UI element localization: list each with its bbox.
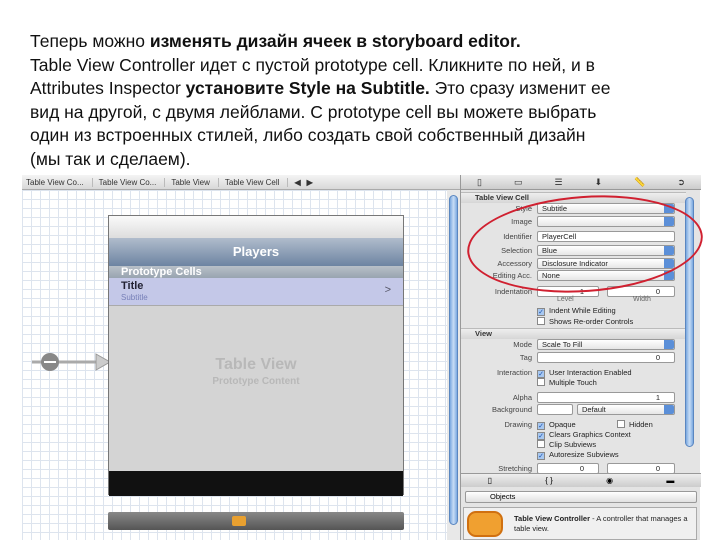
- jump-item[interactable]: Table View: [171, 177, 219, 187]
- cell-title: Title: [121, 280, 144, 292]
- text-line: Attributes Inspector: [30, 78, 186, 99]
- checkbox-label: Multiple Touch: [549, 378, 597, 387]
- file-inspector-icon[interactable]: ▯: [477, 177, 482, 188]
- library-item-table-view-controller[interactable]: Table View Controller - A controller tha…: [463, 507, 697, 540]
- section-header: Prototype Cells: [109, 266, 403, 278]
- text-line: Это сразу изменит ее: [429, 78, 611, 99]
- disclosure-chevron-icon: >: [384, 284, 391, 296]
- mode-label: Mode: [513, 340, 532, 349]
- width-caption: Width: [633, 296, 651, 303]
- shows-reorder-checkbox[interactable]: Shows Re-order Controls: [537, 317, 633, 326]
- code-snippet-icon[interactable]: { }: [545, 476, 553, 485]
- navigation-bar: Players: [109, 238, 403, 266]
- file-template-icon[interactable]: ▯: [488, 476, 492, 485]
- user-interaction-checkbox[interactable]: ✓ User Interaction Enabled: [537, 368, 632, 378]
- section-view[interactable]: View: [461, 328, 686, 339]
- status-bar: [109, 216, 403, 238]
- slide-text: Теперь можно изменять дизайн ячеек в sto…: [30, 30, 710, 172]
- checkbox-label: User Interaction Enabled: [549, 368, 632, 377]
- mode-popup[interactable]: Scale To Fill: [537, 339, 675, 350]
- tag-label: Tag: [519, 353, 532, 362]
- object-library-icon[interactable]: ◉: [606, 476, 613, 485]
- inspector-toolbar: ▯ ▭ ☰ ⬇ 📏 ➲: [461, 175, 701, 190]
- prototype-content-placeholder: Prototype Content: [212, 376, 300, 387]
- hidden-checkbox[interactable]: Hidden: [617, 420, 653, 429]
- clears-graphics-checkbox[interactable]: ✓ Clears Graphics Context: [537, 430, 631, 440]
- canvas-scrollbar[interactable]: [449, 195, 458, 525]
- library-toolbar: ▯ { } ◉ ▬: [461, 473, 701, 487]
- item-title: Table View Controller: [514, 514, 590, 523]
- size-inspector-icon[interactable]: 📏: [634, 177, 645, 188]
- autoresize-subviews-checkbox[interactable]: ✓ Autoresize Subviews: [537, 450, 619, 460]
- tag-stepper[interactable]: 0: [537, 352, 675, 363]
- checkbox-label: Opaque: [549, 420, 576, 429]
- segue-arrow-icon: [32, 353, 110, 371]
- text-line: Теперь можно: [30, 31, 150, 51]
- checkbox-label: Autoresize Subviews: [549, 450, 619, 459]
- checkbox-label: Hidden: [629, 420, 653, 429]
- checkbox-label: Indent While Editing: [549, 306, 616, 315]
- quick-help-icon[interactable]: ▭: [514, 177, 523, 188]
- jump-item[interactable]: Table View Co...: [26, 177, 93, 187]
- scene-dock: [108, 512, 404, 530]
- alpha-label: Alpha: [512, 393, 532, 402]
- storyboard-canvas[interactable]: Players Prototype Cells Title Subtitle >…: [22, 190, 447, 540]
- checkbox-label: Clip Subviews: [549, 440, 597, 449]
- opaque-checkbox[interactable]: ✓ Opaque: [537, 420, 576, 430]
- stretching-label: Stretching: [498, 464, 532, 473]
- background-color-well[interactable]: [537, 404, 573, 415]
- background-label: Background: [491, 405, 532, 414]
- identity-inspector-icon[interactable]: ☰: [555, 177, 563, 188]
- library-item-text: Table View Controller - A controller tha…: [514, 514, 694, 534]
- interaction-label: Interaction: [496, 368, 532, 377]
- objects-popup[interactable]: Objects: [465, 491, 697, 503]
- indent-while-editing-checkbox[interactable]: ✓ Indent While Editing: [537, 306, 616, 316]
- checkbox-label: Shows Re-order Controls: [549, 317, 634, 326]
- drawing-label: Drawing: [504, 420, 532, 429]
- attributes-inspector-icon[interactable]: ⬇: [595, 177, 603, 188]
- text-line: вид на другой, с двумя лейблами. С proto…: [30, 101, 597, 122]
- table-view-placeholder: Table View: [215, 356, 297, 373]
- cell-subtitle: Subtitle: [121, 293, 148, 302]
- jump-bar: Table View Co... Table View Co... Table …: [22, 175, 460, 190]
- table-view-controller-icon: [467, 511, 503, 537]
- prototype-cell[interactable]: Title Subtitle >: [109, 278, 403, 306]
- controller-icon[interactable]: [232, 516, 246, 526]
- background-popup[interactable]: Default: [577, 404, 675, 415]
- text-bold: установите Style на Subtitle.: [185, 78, 430, 99]
- alpha-stepper[interactable]: 1: [537, 392, 675, 403]
- multiple-touch-checkbox[interactable]: Multiple Touch: [537, 378, 597, 387]
- text-bold: изменять дизайн ячеек в storyboard edito…: [149, 31, 521, 51]
- text-line: Table View Controller идет с пустой prot…: [30, 54, 595, 75]
- forward-arrow-icon[interactable]: ▶: [307, 178, 313, 187]
- connections-inspector-icon[interactable]: ➲: [677, 177, 685, 188]
- jump-item[interactable]: Table View Cell: [225, 177, 289, 187]
- objects-label: Objects: [490, 492, 516, 501]
- table-view-controller-scene[interactable]: Players Prototype Cells Title Subtitle >…: [108, 215, 404, 496]
- clip-subviews-checkbox[interactable]: Clip Subviews: [537, 440, 596, 449]
- media-library-icon[interactable]: ▬: [666, 476, 674, 485]
- text-line: один из встроенных стилей, либо создать …: [30, 125, 586, 146]
- back-arrow-icon[interactable]: ◀: [294, 178, 300, 187]
- checkbox-label: Clears Graphics Context: [549, 430, 631, 439]
- bottom-bar: [109, 471, 403, 496]
- jump-item[interactable]: Table View Co...: [99, 177, 166, 187]
- text-line: (мы так и сделаем).: [30, 148, 191, 169]
- level-caption: Level: [557, 296, 574, 303]
